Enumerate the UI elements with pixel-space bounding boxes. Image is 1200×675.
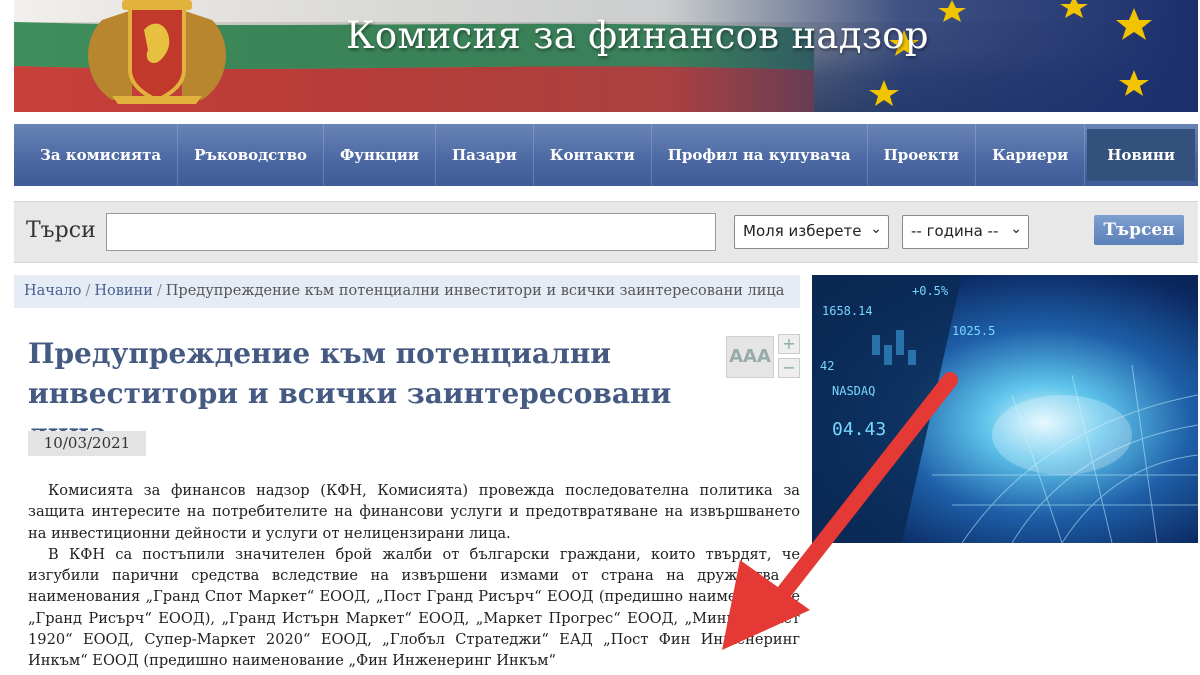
chevron-down-icon: ⌄ [1010, 221, 1022, 237]
font-increase-button[interactable]: + [778, 334, 800, 354]
chevron-down-icon: ⌄ [870, 221, 882, 237]
nav-item-buyer-profile[interactable]: Профил на купувача [652, 124, 868, 186]
breadcrumb-separator: / [85, 283, 91, 299]
ticker-text: 42 [820, 359, 834, 373]
ticker-text: 04.43 [832, 419, 886, 440]
article-paragraph: Комисията за финансов надзор (КФН, Комис… [28, 482, 800, 542]
coat-of-arms-icon [88, 0, 226, 104]
breadcrumb-separator: / [156, 283, 162, 299]
nav-item-markets[interactable]: Пазари [436, 124, 534, 186]
date-badge: 10/03/2021 [28, 431, 146, 456]
breadcrumb-current: Предупреждение към потенциални инвестито… [165, 283, 785, 299]
search-bar: Търси Моля изберете ⌄ -- година -- ⌄ Тър… [14, 201, 1198, 263]
nav-item-careers[interactable]: Кариери [976, 124, 1086, 186]
category-select-value: Моля изберете [743, 222, 862, 240]
ticker-text: NASDAQ [832, 384, 875, 398]
site-banner: Комисия за финансов надзор [14, 0, 1198, 112]
ticker-text: 1658.14 [822, 304, 873, 318]
article-paragraph: В КФН са постъпили значителен брой жалби… [28, 545, 800, 670]
nav-item-management[interactable]: Ръководство [178, 124, 325, 186]
ticker-text: 1025.5 [952, 324, 995, 338]
year-select-value: -- година -- [911, 222, 999, 240]
article-body: Комисията за финансов надзор (КФН, Комис… [28, 480, 800, 672]
nav-item-projects[interactable]: Проекти [868, 124, 977, 186]
main-nav: За комисията Ръководство Функции Пазари … [14, 124, 1198, 186]
search-label: Търси [26, 218, 96, 243]
banner-title: Комисия за финансов надзор [346, 14, 929, 57]
search-input[interactable] [106, 213, 716, 251]
nav-item-contacts[interactable]: Контакти [534, 124, 652, 186]
breadcrumb: Начало / Новини / Предупреждение към потенци… [14, 275, 800, 308]
stock-market-image: 1658.14 1025.5 +0.5% NASDAQ 04.43 42 [812, 275, 1198, 543]
search-button[interactable]: Търсен [1094, 215, 1184, 245]
ticker-text: +0.5% [912, 284, 949, 298]
market-graphic: 1658.14 1025.5 +0.5% NASDAQ 04.43 42 [812, 275, 1198, 543]
font-decrease-button[interactable]: − [778, 358, 800, 378]
category-select[interactable]: Моля изберете ⌄ [734, 215, 889, 249]
breadcrumb-home[interactable]: Начало [24, 283, 81, 299]
nav-item-news[interactable]: Новини [1087, 129, 1196, 181]
font-size-tools: AAA + − [726, 334, 802, 380]
font-size-icon: AAA [726, 336, 774, 378]
year-select[interactable]: -- година -- ⌄ [902, 215, 1029, 249]
breadcrumb-news[interactable]: Новини [94, 283, 153, 299]
nav-item-functions[interactable]: Функции [324, 124, 436, 186]
nav-item-about[interactable]: За комисията [24, 124, 179, 186]
